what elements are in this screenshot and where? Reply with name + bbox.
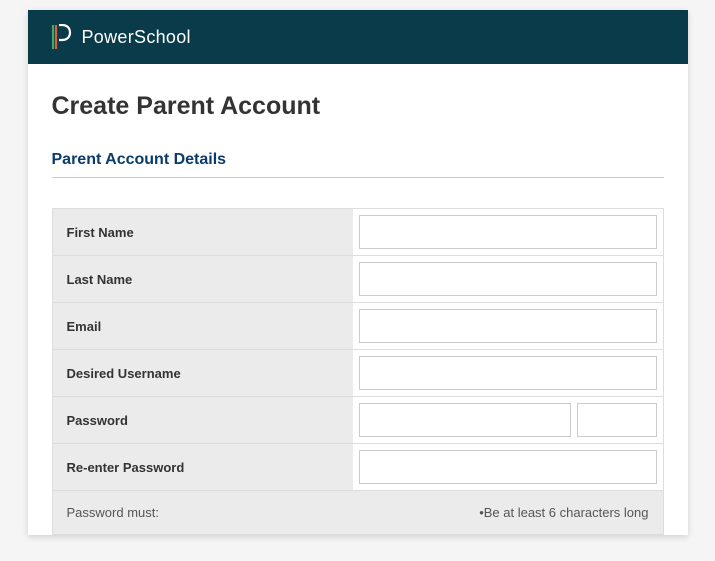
username-row: Desired Username — [53, 350, 663, 397]
password-label: Password — [53, 397, 353, 443]
first-name-input[interactable] — [359, 215, 657, 249]
last-name-row: Last Name — [53, 256, 663, 303]
email-cell — [353, 303, 663, 349]
brand-name: PowerSchool — [82, 27, 191, 48]
page-title: Create Parent Account — [52, 92, 664, 121]
first-name-cell — [353, 209, 663, 255]
reenter-password-cell — [353, 444, 663, 490]
first-name-label: First Name — [53, 209, 353, 255]
reenter-password-label: Re-enter Password — [53, 444, 353, 490]
last-name-cell — [353, 256, 663, 302]
password-cell — [353, 397, 663, 443]
email-row: Email — [53, 303, 663, 350]
password-strength-indicator — [577, 403, 657, 437]
first-name-row: First Name — [53, 209, 663, 256]
password-hint-label: Password must: — [67, 505, 159, 520]
account-form: First Name Last Name Email Desired Usern… — [52, 208, 664, 535]
password-input[interactable] — [359, 403, 571, 437]
username-cell — [353, 350, 663, 396]
email-input[interactable] — [359, 309, 657, 343]
username-input[interactable] — [359, 356, 657, 390]
email-label: Email — [53, 303, 353, 349]
reenter-password-row: Re-enter Password — [53, 444, 663, 491]
app-container: PowerSchool Create Parent Account Parent… — [28, 10, 688, 535]
username-label: Desired Username — [53, 350, 353, 396]
last-name-input[interactable] — [359, 262, 657, 296]
content-area: Create Parent Account Parent Account Det… — [28, 64, 688, 535]
powerschool-logo-icon — [50, 24, 72, 50]
reenter-password-input[interactable] — [359, 450, 657, 484]
section-title: Parent Account Details — [52, 151, 664, 178]
password-row: Password — [53, 397, 663, 444]
password-hint-row: Password must: •Be at least 6 characters… — [53, 491, 663, 534]
last-name-label: Last Name — [53, 256, 353, 302]
app-header: PowerSchool — [28, 10, 688, 64]
password-hint-rule: •Be at least 6 characters long — [479, 505, 648, 520]
